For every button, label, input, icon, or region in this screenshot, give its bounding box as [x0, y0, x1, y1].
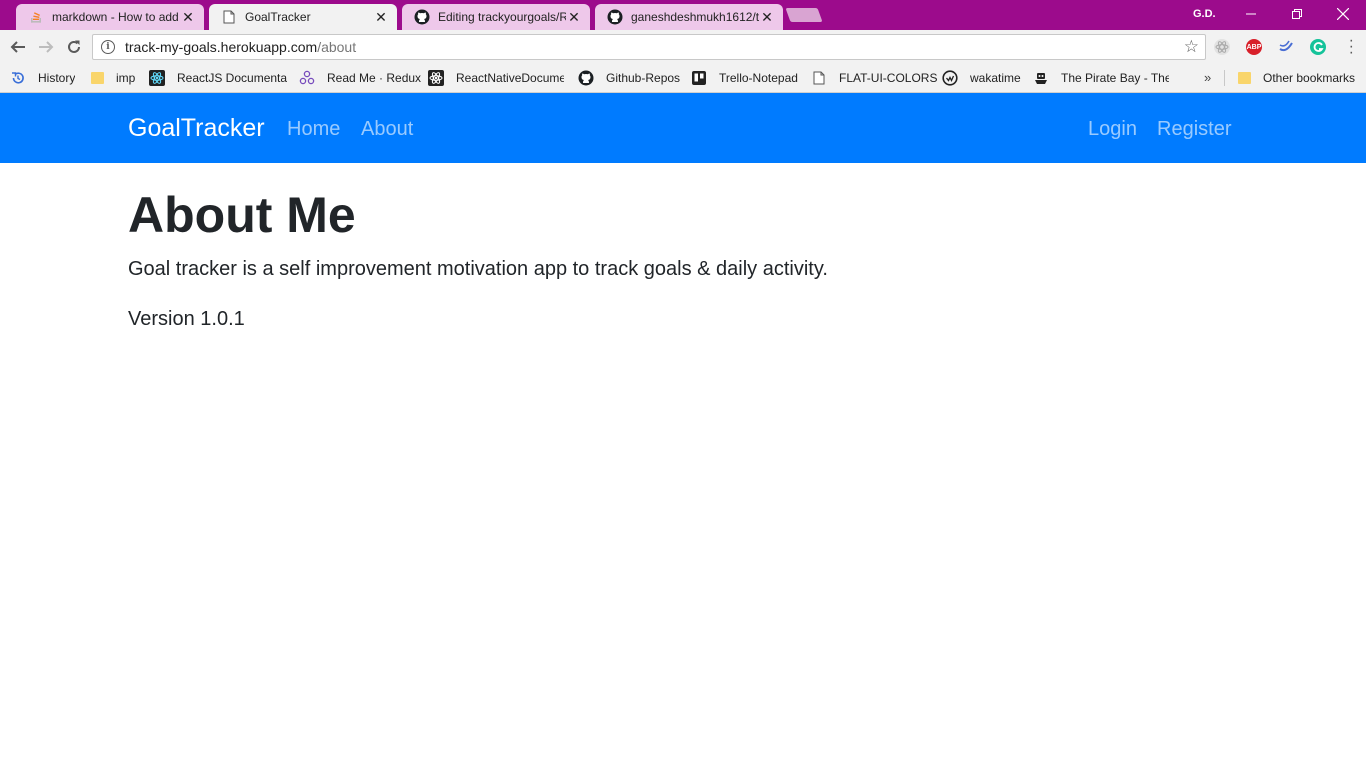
ship-icon — [1033, 70, 1049, 86]
history-icon — [10, 70, 26, 86]
restore-icon[interactable] — [1274, 0, 1320, 28]
bookmark-github-repos[interactable]: Github-Repos — [578, 70, 680, 86]
bookmark-flat-ui-colors[interactable]: FLAT-UI-COLORS — [811, 70, 937, 86]
bookmark-reactnative[interactable]: ReactNativeDocume — [428, 70, 564, 86]
bookmarks-bar: History imp ReactJS Documentat Read Me ·… — [0, 64, 1366, 93]
folder-icon — [1236, 70, 1252, 86]
tab-ganeshdeshmukh[interactable]: ganeshdeshmukh1612/tr ✕ — [595, 4, 783, 30]
bookmark-star-icon[interactable]: ☆ — [1184, 37, 1199, 57]
bookmark-redux[interactable]: Read Me · Redux — [299, 70, 421, 86]
tab-editing-trackyourgoals[interactable]: Editing trackyourgoals/RE ✕ — [402, 4, 590, 30]
bookmark-trello[interactable]: Trello-Notepad — [691, 70, 798, 86]
wappalyzer-icon[interactable] — [1278, 39, 1294, 55]
tab-markdown[interactable]: markdown - How to add ✕ — [16, 4, 204, 30]
adblock-icon[interactable]: ABP — [1246, 39, 1262, 55]
brand-logo[interactable]: GoalTracker — [128, 114, 265, 143]
address-bar[interactable]: i track-my-goals.herokuapp.com/about ☆ — [92, 34, 1206, 60]
tab-title: ganeshdeshmukh1612/tr — [631, 10, 759, 24]
bookmark-imp[interactable]: imp — [89, 70, 135, 86]
forward-arrow-icon[interactable] — [35, 36, 57, 58]
app-description: Goal tracker is a self improvement motiv… — [128, 258, 828, 280]
tab-title: GoalTracker — [245, 10, 311, 24]
bookmark-reactjs[interactable]: ReactJS Documentat — [149, 70, 287, 86]
close-tab-icon[interactable]: ✕ — [566, 9, 582, 26]
bookmark-label: imp — [116, 71, 136, 85]
bookmark-history[interactable]: History — [10, 70, 75, 86]
bookmark-label: Read Me · Redux — [327, 71, 422, 85]
folder-icon — [89, 70, 105, 86]
trello-icon — [691, 70, 707, 86]
browser-menu-icon[interactable]: · · · — [1349, 33, 1354, 61]
about-content: About Me Goal tracker is a self improvem… — [128, 185, 1238, 333]
tab-title: markdown - How to add — [52, 10, 179, 24]
site-info-icon[interactable]: i — [101, 40, 115, 54]
url-host: track-my-goals.herokuapp.com — [125, 39, 318, 55]
github-icon — [578, 70, 594, 86]
bookmark-piratebay[interactable]: The Pirate Bay - The — [1033, 70, 1169, 86]
bookmark-label: ReactJS Documentat — [177, 71, 287, 85]
bookmark-label: Other bookmarks — [1263, 71, 1356, 85]
bookmark-wakatime[interactable]: wakatime — [942, 70, 1021, 86]
close-tab-icon[interactable]: ✕ — [180, 9, 196, 26]
bookmark-other[interactable]: Other bookmarks — [1236, 70, 1355, 86]
react-devtools-icon[interactable] — [1214, 39, 1230, 55]
tab-title: Editing trackyourgoals/RE — [438, 10, 566, 24]
minimize-icon[interactable] — [1228, 0, 1274, 28]
app-navbar: GoalTracker Home About Login Register — [0, 93, 1366, 163]
react-icon — [149, 70, 165, 86]
nav-login-link[interactable]: Login — [1088, 118, 1137, 141]
github-icon — [607, 9, 623, 25]
github-icon — [414, 9, 430, 25]
bookmark-label: History — [38, 71, 76, 85]
profile-name[interactable]: G.D. — [1193, 8, 1216, 20]
version-text: Version 1.0.1 — [128, 308, 245, 330]
react-icon — [428, 70, 444, 86]
bookmark-label: Github-Repos — [606, 71, 681, 85]
new-tab-button[interactable] — [785, 8, 823, 22]
page-icon — [811, 70, 827, 86]
close-tab-icon[interactable]: ✕ — [373, 9, 389, 26]
page-title: About Me — [128, 187, 356, 243]
bookmark-label: wakatime — [970, 71, 1021, 85]
nav-about-link[interactable]: About — [361, 118, 413, 141]
tab-goaltracker[interactable]: GoalTracker ✕ — [209, 4, 397, 30]
nav-register-link[interactable]: Register — [1157, 118, 1231, 141]
wakatime-icon — [942, 70, 958, 86]
bookmark-label: ReactNativeDocume — [456, 71, 564, 85]
nav-home-link[interactable]: Home — [287, 118, 340, 141]
reload-icon[interactable] — [63, 36, 85, 58]
close-tab-icon[interactable]: ✕ — [759, 9, 775, 26]
redux-icon — [299, 70, 315, 86]
bookmark-label: FLAT-UI-COLORS — [839, 71, 938, 85]
bookmark-label: Trello-Notepad — [719, 71, 798, 85]
stackoverflow-icon — [28, 9, 44, 25]
page-icon — [221, 9, 237, 25]
close-window-icon[interactable] — [1320, 0, 1366, 28]
url-path: /about — [317, 39, 357, 55]
grammarly-icon[interactable] — [1310, 39, 1326, 55]
bookmarks-divider — [1224, 70, 1225, 86]
adblock-label: ABP — [1246, 43, 1262, 51]
browser-tab-strip: markdown - How to add ✕ GoalTracker ✕ Ed… — [0, 0, 1366, 30]
more-bookmarks-icon[interactable]: » — [1204, 70, 1211, 85]
bookmark-label: The Pirate Bay - The — [1061, 71, 1169, 85]
browser-toolbar: i track-my-goals.herokuapp.com/about ☆ A… — [0, 30, 1366, 64]
back-arrow-icon[interactable] — [7, 36, 29, 58]
